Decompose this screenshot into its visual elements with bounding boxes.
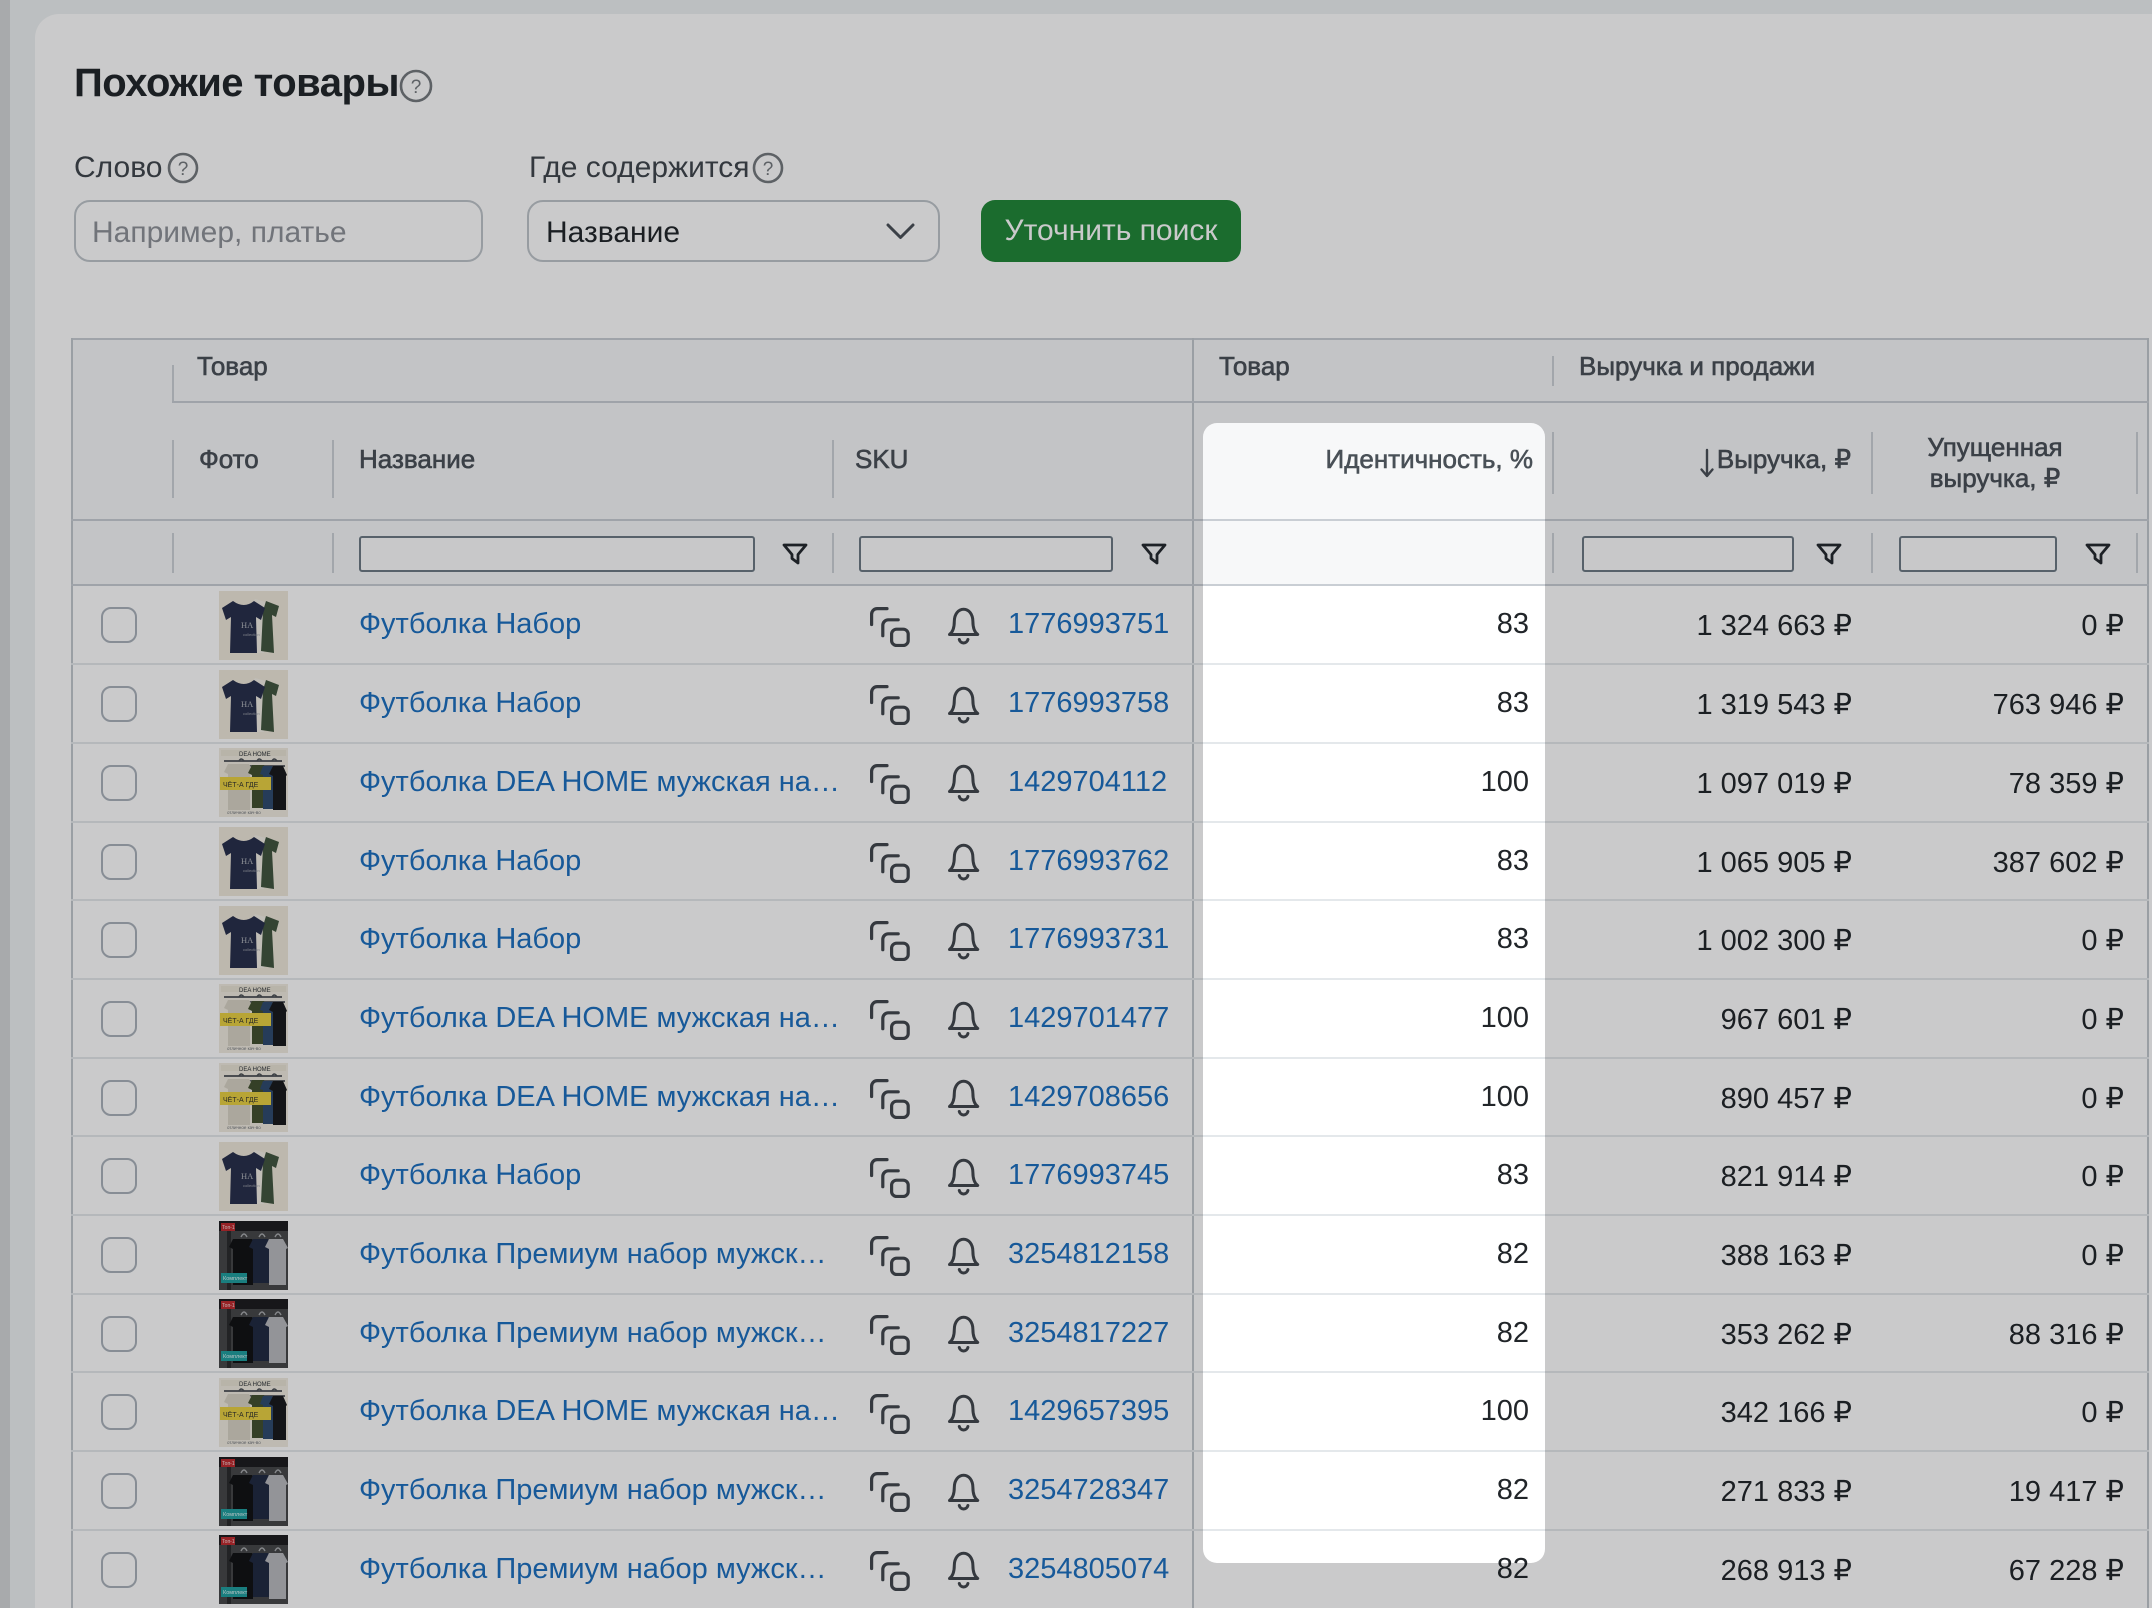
svg-text:?: ? [178,159,189,180]
svg-text:ЧЁТ-А ГДЕ: ЧЁТ-А ГДЕ [223,781,259,789]
svg-text:Комплект: Комплект [223,1512,248,1518]
svg-text:?: ? [763,159,774,180]
svg-text:DEA HOME: DEA HOME [239,752,271,758]
svg-text:collection: collection [243,1183,260,1188]
svg-text:HA: HA [241,1171,254,1181]
svg-text:Комплект: Комплект [223,1354,248,1360]
svg-text:Комплект: Комплект [223,1276,248,1282]
svg-text:отличное кач-во: отличное кач-во [227,1440,261,1445]
svg-text:ЧЁТ-А ГДЕ: ЧЁТ-А ГДЕ [223,1096,259,1104]
svg-text:Топ-1: Топ-1 [222,1225,235,1231]
svg-text:DEA HOME: DEA HOME [239,1382,271,1388]
svg-text:ЧЁТ-А ГДЕ: ЧЁТ-А ГДЕ [223,1411,259,1419]
svg-text:отличное кач-во: отличное кач-во [227,1046,261,1051]
svg-text:DEA HOME: DEA HOME [239,988,271,994]
svg-text:HA: HA [241,699,254,709]
svg-text:collection: collection [243,868,260,873]
svg-text:collection: collection [243,632,260,637]
svg-text:?: ? [411,77,422,98]
svg-text:DEA HOME: DEA HOME [239,1067,271,1073]
svg-text:Топ-1: Топ-1 [222,1461,235,1467]
svg-text:отличное кач-во: отличное кач-во [227,1125,261,1130]
svg-text:HA: HA [241,935,254,945]
svg-text:Комплект: Комплект [223,1590,248,1596]
svg-text:HA: HA [241,620,254,630]
svg-text:collection: collection [243,947,260,952]
svg-text:ЧЁТ-А ГДЕ: ЧЁТ-А ГДЕ [223,1017,259,1025]
svg-text:Топ-1: Топ-1 [222,1539,235,1545]
svg-text:Топ-1: Топ-1 [222,1303,235,1309]
svg-text:отличное кач-во: отличное кач-во [227,810,261,815]
svg-text:HA: HA [241,856,254,866]
svg-text:collection: collection [243,711,260,716]
